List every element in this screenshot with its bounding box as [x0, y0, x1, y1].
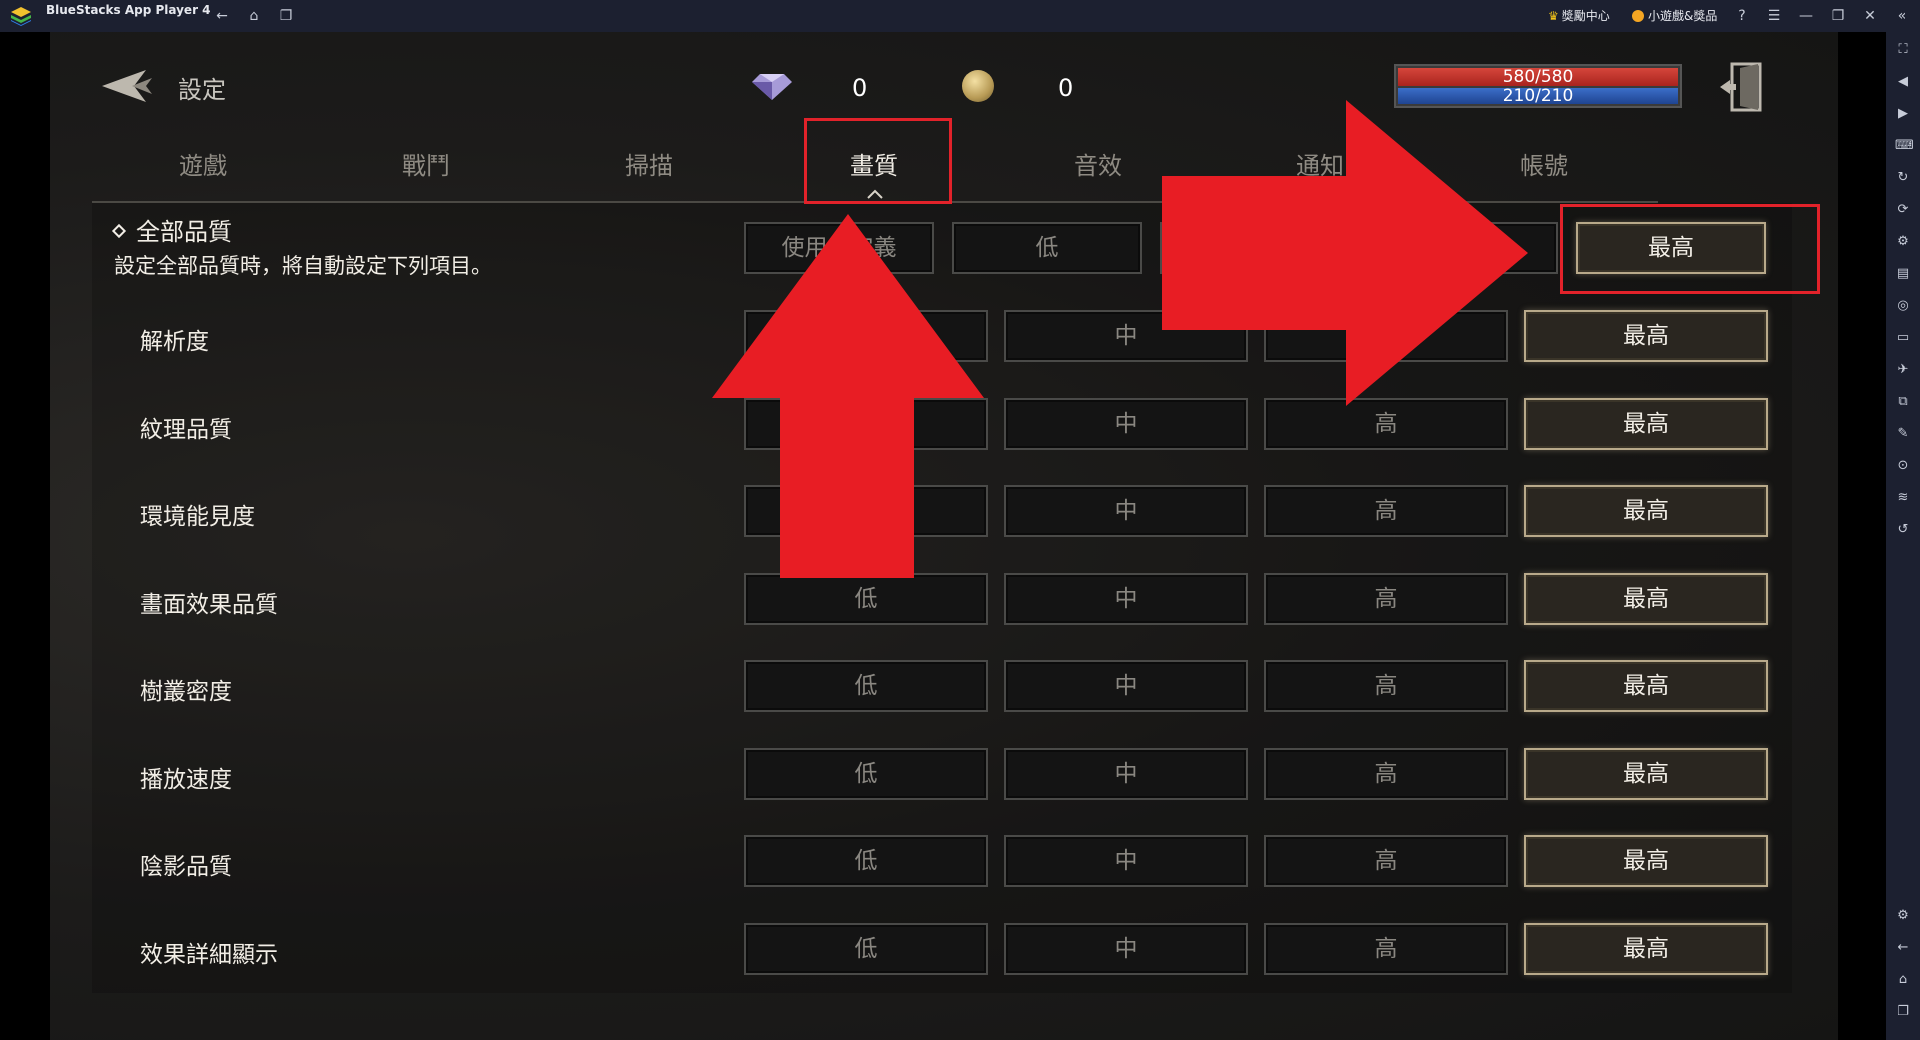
setting-5-option-1[interactable]: 中	[1004, 747, 1248, 800]
setting-label-3: 畫面效果品質	[140, 591, 278, 618]
setting-label-0: 解析度	[140, 329, 209, 355]
gold-count: 0	[1058, 74, 1074, 102]
setting-3-option-0[interactable]: 低	[744, 572, 988, 625]
video-icon[interactable]: ▶	[1895, 106, 1911, 122]
location-icon[interactable]: ⊙	[1895, 458, 1911, 474]
letterbox-left	[0, 32, 50, 1040]
folder-icon[interactable]: ▭	[1895, 330, 1911, 346]
emulator-sidebar: ⛶ ◀ ▶ ⌨ ↻ ⟳ ⚙ ▤ ◎ ▭ ✈ ⧉ ✎ ⊙ ≋ ↺ ⚙ ← ⌂ ❐	[1886, 32, 1920, 1040]
letterbox-right	[1838, 32, 1886, 1040]
annotation-box-tab	[804, 118, 952, 204]
setting-6-option-2[interactable]: 高	[1264, 835, 1508, 887]
eco-mode-icon[interactable]: ✎	[1895, 426, 1911, 442]
sync-icon[interactable]: ⟳	[1895, 202, 1911, 218]
setting-7-option-0[interactable]: 低	[744, 922, 988, 975]
exit-door-icon[interactable]	[1718, 60, 1764, 114]
all-quality-label: 全部品質	[111, 212, 232, 247]
setting-label-5: 播放速度	[140, 766, 232, 793]
setting-3-option-3[interactable]: 最高	[1524, 572, 1768, 625]
setting-1-option-3[interactable]: 最高	[1524, 397, 1768, 450]
volume-icon[interactable]: ◀	[1895, 74, 1911, 90]
setting-4-option-3[interactable]: 最高	[1524, 660, 1768, 712]
gold-coin-icon	[962, 70, 994, 102]
mini-games-label: 小遊戲&獎品	[1648, 9, 1718, 23]
menu-icon[interactable]: ☰	[1766, 8, 1782, 24]
screenshot-icon[interactable]: ◎	[1895, 298, 1911, 314]
minimize-icon[interactable]: —	[1798, 8, 1814, 24]
setting-4-option-2[interactable]: 高	[1264, 660, 1508, 712]
setting-7-option-1[interactable]: 中	[1004, 922, 1248, 975]
settings-gear-icon[interactable]: ⚙	[1895, 908, 1911, 924]
all-quality-description: 設定全部品質時，將自動設定下列項目。	[114, 254, 492, 278]
macro-icon[interactable]: ▤	[1895, 266, 1911, 282]
setting-5-option-3[interactable]: 最高	[1524, 747, 1768, 800]
crown-icon: ♛	[1548, 9, 1559, 23]
tab-1[interactable]: 戰鬥	[366, 146, 486, 181]
layers-icon[interactable]: ≋	[1895, 490, 1911, 506]
setting-7-option-3[interactable]: 最高	[1524, 922, 1768, 975]
red-up-arrow	[712, 214, 984, 578]
android-back-icon[interactable]: ←	[1895, 940, 1911, 956]
red-right-arrow	[1162, 100, 1528, 406]
tab-2[interactable]: 掃描	[589, 146, 709, 181]
setting-2-option-1[interactable]: 中	[1004, 485, 1248, 537]
refresh-icon[interactable]: ↺	[1895, 522, 1911, 538]
page-title: 設定	[178, 76, 226, 104]
android-home-icon[interactable]: ⌂	[1895, 972, 1911, 988]
setting-4-option-1[interactable]: 中	[1004, 660, 1248, 712]
multi-instance-icon[interactable]: ⧉	[1895, 394, 1911, 410]
diamond-bullet-icon	[111, 223, 127, 239]
hp-bar: 580/580	[1398, 68, 1678, 86]
annotation-box-highest	[1560, 204, 1820, 294]
diamond-icon	[752, 74, 792, 100]
back-arrow-icon[interactable]	[102, 68, 156, 104]
rewards-center-button[interactable]: ♛ 獎勵中心	[1548, 7, 1610, 25]
fullscreen-icon[interactable]: ⛶	[1895, 42, 1911, 58]
setting-label-7: 效果詳細顯示	[140, 941, 278, 968]
diamond-count: 0	[852, 74, 868, 102]
help-icon[interactable]: ?	[1734, 8, 1750, 24]
setting-label-2: 環境能見度	[140, 504, 255, 530]
tab-0[interactable]: 遊戲	[143, 146, 263, 181]
keyboard-icon[interactable]: ⌨	[1895, 138, 1914, 154]
rotate-icon[interactable]: ↻	[1895, 170, 1911, 186]
restore-icon[interactable]: ❐	[1830, 8, 1846, 24]
coin-dot-icon	[1632, 10, 1644, 22]
close-icon[interactable]: ✕	[1862, 8, 1878, 24]
setting-label-4: 樹叢密度	[140, 679, 232, 705]
all-quality-text: 全部品質	[136, 218, 232, 246]
setting-6-option-3[interactable]: 最高	[1524, 835, 1768, 887]
recent-apps-icon[interactable]: ❐	[278, 8, 294, 24]
rewards-center-label: 獎勵中心	[1561, 9, 1610, 23]
mini-games-button[interactable]: 小遊戲&獎品	[1632, 7, 1717, 25]
home-icon[interactable]: ⌂	[246, 8, 262, 24]
tab-4[interactable]: 音效	[1038, 146, 1158, 181]
setting-5-option-2[interactable]: 高	[1264, 747, 1508, 800]
setting-7-option-2[interactable]: 高	[1264, 922, 1508, 975]
setting-6-option-0[interactable]: 低	[744, 835, 988, 887]
back-icon[interactable]: ←	[214, 8, 230, 24]
setting-2-option-3[interactable]: 最高	[1524, 485, 1768, 537]
setting-0-option-3[interactable]: 最高	[1524, 310, 1768, 362]
setting-2-option-2[interactable]: 高	[1264, 485, 1508, 537]
setting-3-option-2[interactable]: 高	[1264, 572, 1508, 625]
app-title: BlueStacks App Player 4	[46, 3, 211, 17]
setting-6-option-1[interactable]: 中	[1004, 835, 1248, 887]
setting-4-option-0[interactable]: 低	[744, 660, 988, 712]
emulator-titlebar: BlueStacks App Player 4 ← ⌂ ❐ ♛ 獎勵中心 小遊戲&…	[0, 0, 1920, 32]
game-controls-icon[interactable]: ⚙	[1895, 234, 1911, 250]
setting-3-option-1[interactable]: 中	[1004, 572, 1248, 625]
collapse-sidebar-icon[interactable]: «	[1894, 8, 1910, 24]
setting-5-option-0[interactable]: 低	[744, 747, 988, 800]
airplane-icon[interactable]: ✈	[1895, 362, 1911, 378]
setting-label-6: 陰影品質	[140, 854, 232, 880]
setting-label-1: 紋理品質	[140, 416, 232, 443]
android-recent-icon[interactable]: ❐	[1895, 1004, 1911, 1020]
bluestacks-logo-icon	[11, 7, 31, 26]
